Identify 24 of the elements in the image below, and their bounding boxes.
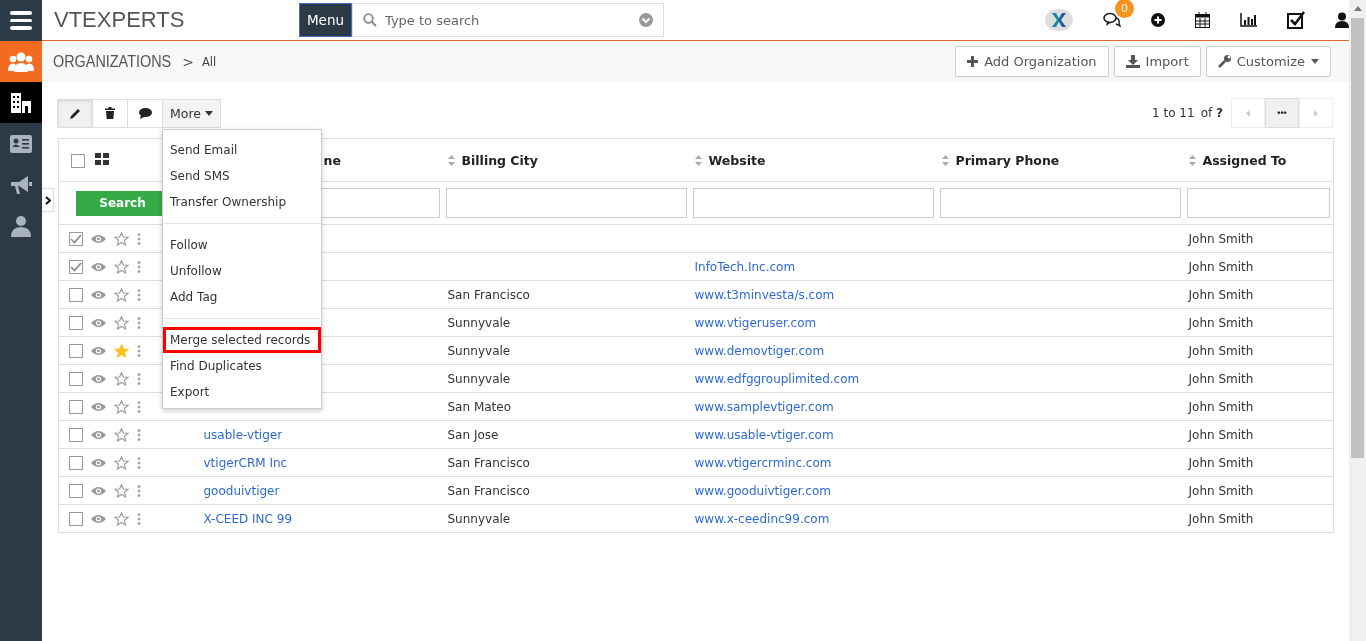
assignee-text: John Smith: [1188, 427, 1254, 442]
city-text: San Francisco: [447, 483, 530, 498]
breadcrumb-separator: >: [182, 53, 194, 70]
city-text: San Francisco: [447, 287, 530, 302]
assignee-text: John Smith: [1188, 371, 1254, 386]
assignee-text: John Smith: [1188, 231, 1254, 246]
city-text: Sunnyvale: [447, 511, 511, 526]
city-text: San Mateo: [447, 399, 512, 414]
assignee-text: John Smith: [1188, 511, 1254, 526]
city-text: Sunnyvale: [447, 371, 511, 386]
assignee-text: John Smith: [1188, 455, 1254, 470]
assignee-text: John Smith: [1188, 399, 1254, 414]
assignee-text: John Smith: [1188, 343, 1254, 358]
pagination-total: of ?: [1200, 106, 1223, 120]
city-text: Sunnyvale: [447, 315, 511, 330]
city-text: Sunnyvale: [447, 343, 511, 358]
city-text: San Jose: [447, 427, 499, 442]
assignee-text: John Smith: [1188, 287, 1254, 302]
assignee-text: John Smith: [1188, 483, 1254, 498]
assignee-text: John Smith: [1188, 315, 1254, 330]
notification-badge: 0: [1115, 0, 1134, 18]
pagination-range: 1 to 11: [1152, 106, 1195, 120]
assignee-text: John Smith: [1188, 259, 1254, 274]
city-text: San Francisco: [447, 455, 530, 470]
